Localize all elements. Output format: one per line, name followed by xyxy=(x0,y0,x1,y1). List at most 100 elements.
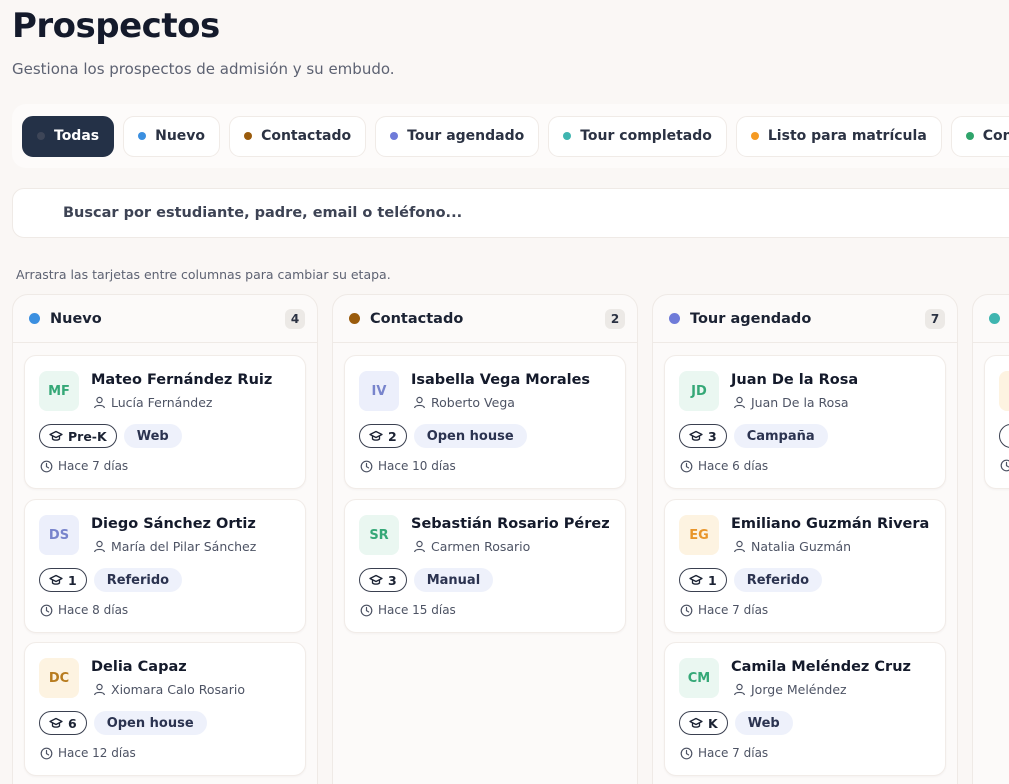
card-tags: Pre-K Web xyxy=(39,424,182,448)
search-input[interactable] xyxy=(63,205,1009,221)
prospect-card[interactable]: JD Juan De la Rosa Juan De la Rosa 3 Campaña… xyxy=(664,355,946,489)
stage-dot-icon xyxy=(29,313,40,324)
source-tag: Open house xyxy=(93,711,207,735)
card-time: Hace 8 días xyxy=(58,603,129,617)
filter-pill-label: Nuevo xyxy=(155,128,206,144)
parent-name-row: Natalia Guzmán xyxy=(733,539,851,554)
card-tags: 3 Campaña xyxy=(679,424,828,448)
student-name: Juan De la Rosa xyxy=(731,372,859,388)
filter-pill-label: Tour completado xyxy=(580,128,712,144)
grade-label: K xyxy=(708,715,718,731)
parent-name-row: María del Pilar Sánchez xyxy=(93,539,256,554)
graduation-cap-icon xyxy=(49,574,63,585)
filter-pill-4[interactable]: Tour agendado xyxy=(375,115,540,157)
grade-tag: 6 xyxy=(39,711,87,735)
card-time: Hace 6 días xyxy=(698,459,769,473)
clock-icon xyxy=(680,604,693,616)
stage-filter-bar: Todas Nuevo Contactado Tour agendado Tour co… xyxy=(12,104,1009,168)
card-time-row: Hace 6 días xyxy=(680,459,768,473)
source-tag: Web xyxy=(123,424,182,448)
clock-icon xyxy=(360,460,373,472)
filter-pill-1[interactable]: Todas xyxy=(22,115,115,157)
kanban-column-2: Contactado 2 IV Isabella Vega Morales Robert… xyxy=(332,294,638,784)
parent-name: Roberto Vega xyxy=(431,395,515,410)
avatar: JD xyxy=(679,371,719,411)
card-time-row: Hace 15 días xyxy=(360,603,456,617)
prospect-card[interactable]: IV Isabella Vega Morales Roberto Vega 2 Open… xyxy=(344,355,626,489)
student-name: Mateo Fernández Ruiz xyxy=(91,372,273,388)
graduation-cap-icon xyxy=(49,717,63,728)
card-time-row: Hace 7 días xyxy=(680,603,768,617)
avatar: CM xyxy=(679,658,719,698)
kanban-column-3: Tour agendado 7 JD Juan De la Rosa Juan De l… xyxy=(652,294,958,784)
parent-name: Carmen Rosario xyxy=(431,539,531,554)
clock-icon xyxy=(360,604,373,616)
parent-name-row: Carmen Rosario xyxy=(413,539,530,554)
grade-label: 6 xyxy=(68,715,77,731)
filter-pill-label: Tour agendado xyxy=(407,128,525,144)
prospect-card[interactable]: CM Camila Meléndez Cruz Jorge Meléndez K Web… xyxy=(664,642,946,776)
person-icon xyxy=(734,396,745,409)
parent-name-row: Juan De la Rosa xyxy=(733,395,849,410)
card-time: Hace 12 días xyxy=(58,746,136,760)
source-tag: Referido xyxy=(93,568,183,592)
parent-name: Natalia Guzmán xyxy=(751,539,852,554)
parent-name: Lucía Fernández xyxy=(111,395,213,410)
parent-name: María del Pilar Sánchez xyxy=(111,539,257,554)
clock-icon xyxy=(40,604,53,616)
parent-name: Xiomara Calo Rosario xyxy=(111,682,245,697)
filter-dot-icon xyxy=(37,132,45,140)
grade-label: 1 xyxy=(708,572,717,588)
avatar: DS xyxy=(39,515,79,555)
grade-tag: 3 xyxy=(679,424,727,448)
filter-pill-label: Contactado xyxy=(261,128,352,144)
grade-tag: 1 xyxy=(679,568,727,592)
column-title: Contactado xyxy=(370,310,464,327)
page-subtitle: Gestiona los prospectos de admisión y su… xyxy=(12,60,395,78)
filter-dot-icon xyxy=(563,132,572,140)
prospect-card[interactable] xyxy=(984,355,1009,489)
source-tag: Campaña xyxy=(733,424,828,448)
stage-dot-icon xyxy=(989,313,1000,324)
grade-label: 2 xyxy=(388,428,397,444)
prospect-card[interactable]: DS Diego Sánchez Ortiz María del Pilar Sán… xyxy=(24,499,306,633)
prospect-card[interactable]: DC Delia Capaz Xiomara Calo Rosario 6 Open h… xyxy=(24,642,306,776)
clock-icon xyxy=(680,460,693,472)
filter-pill-7[interactable]: Convertido xyxy=(950,115,1009,157)
filter-pill-2[interactable]: Nuevo xyxy=(123,115,221,157)
prospect-card[interactable]: SR Sebastián Rosario Pérez Carmen Rosario 3… xyxy=(344,499,626,633)
card-time-row xyxy=(1000,459,1009,472)
parent-name-row: Xiomara Calo Rosario xyxy=(93,682,245,697)
filter-pill-6[interactable]: Listo para matrícula xyxy=(735,115,942,157)
graduation-cap-icon xyxy=(689,717,703,728)
prospect-card[interactable]: EG Emiliano Guzmán Rivera Natalia Guzmán 1 R… xyxy=(664,499,946,633)
filter-pill-5[interactable]: Tour completado xyxy=(548,115,727,157)
grade-label: Pre-K xyxy=(68,428,107,444)
parent-name-row: Jorge Meléndez xyxy=(733,682,847,697)
student-name: Sebastián Rosario Pérez xyxy=(411,516,610,532)
filter-dot-icon xyxy=(244,132,253,140)
person-icon xyxy=(94,396,105,409)
grade-label: 3 xyxy=(708,428,717,444)
column-header: Nuevo 4 xyxy=(13,295,317,343)
column-count-badge: 4 xyxy=(285,308,305,329)
avatar: DC xyxy=(39,658,79,698)
card-tags: 3 Manual xyxy=(359,568,494,592)
card-time-row: Hace 10 días xyxy=(360,459,456,473)
prospect-card[interactable]: MF Mateo Fernández Ruiz Lucía Fernández Pre… xyxy=(24,355,306,489)
filter-dot-icon xyxy=(750,132,759,140)
graduation-cap-icon xyxy=(49,430,63,441)
student-name: Emiliano Guzmán Rivera xyxy=(731,516,930,532)
filter-pill-3[interactable]: Contactado xyxy=(229,115,367,157)
source-tag: Web xyxy=(734,711,793,735)
person-icon xyxy=(414,396,425,409)
graduation-cap-icon xyxy=(689,574,703,585)
column-header: Tour agendado 7 xyxy=(653,295,957,343)
source-tag: Referido xyxy=(733,568,823,592)
kanban-board: Nuevo 4 MF Mateo Fernández Ruiz Lucía Fernán… xyxy=(12,294,1009,784)
card-time: Hace 10 días xyxy=(378,459,456,473)
column-count-badge: 2 xyxy=(605,308,625,329)
column-header xyxy=(973,295,1009,343)
student-name: Camila Meléndez Cruz xyxy=(731,659,911,675)
card-time-row: Hace 8 días xyxy=(40,603,128,617)
